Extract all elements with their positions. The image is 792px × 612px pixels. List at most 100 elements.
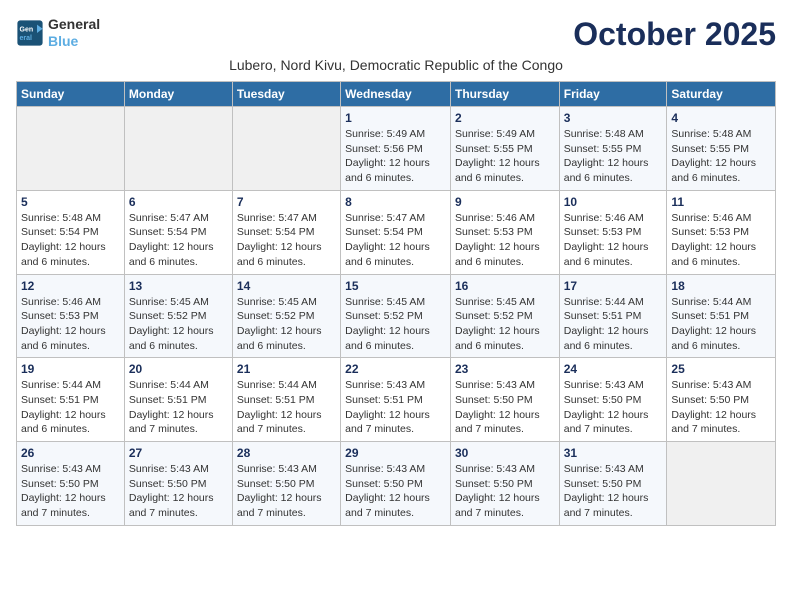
svg-text:Gen: Gen: [20, 26, 34, 33]
calendar-cell: 6 Sunrise: 5:47 AM Sunset: 5:54 PM Daylig…: [124, 190, 232, 274]
day-info: Sunrise: 5:43 AM Sunset: 5:50 PM Dayligh…: [564, 462, 663, 521]
day-number: 30: [455, 446, 555, 460]
day-number: 17: [564, 279, 663, 293]
day-number: 21: [237, 362, 336, 376]
calendar-cell: 16 Sunrise: 5:45 AM Sunset: 5:52 PM Dayli…: [450, 274, 559, 358]
day-header-monday: Monday: [124, 82, 232, 107]
day-number: 13: [129, 279, 228, 293]
logo: Gen eral General Blue: [16, 16, 100, 50]
day-number: 10: [564, 195, 663, 209]
calendar-cell: 13Sunrise: 5:45 AM Sunset: 5:52 PM Dayli…: [124, 274, 232, 358]
day-info: Sunrise: 5:43 AM Sunset: 5:51 PM Dayligh…: [345, 378, 446, 437]
day-number: 9: [455, 195, 555, 209]
day-number: 19: [21, 362, 120, 376]
day-number: 23: [455, 362, 555, 376]
calendar-cell: 24 Sunrise: 5:43 AM Sunset: 5:50 PM Dayli…: [559, 358, 667, 442]
calendar-cell: 21 Sunrise: 5:44 AM Sunset: 5:51 PM Dayli…: [232, 358, 340, 442]
day-header-tuesday: Tuesday: [232, 82, 340, 107]
calendar-cell: 10 Sunrise: 5:46 AM Sunset: 5:53 PM Dayli…: [559, 190, 667, 274]
calendar-cell: 22 Sunrise: 5:43 AM Sunset: 5:51 PM Dayli…: [341, 358, 451, 442]
day-info: Sunrise: 5:44 AM Sunset: 5:51 PM Dayligh…: [564, 295, 663, 354]
calendar-cell: 7 Sunrise: 5:47 AM Sunset: 5:54 PM Daylig…: [232, 190, 340, 274]
day-number: 27: [129, 446, 228, 460]
day-number: 24: [564, 362, 663, 376]
calendar-cell: 31 Sunrise: 5:43 AM Sunset: 5:50 PM Dayli…: [559, 442, 667, 526]
day-info: Sunrise: 5:44 AM Sunset: 5:51 PM Dayligh…: [129, 378, 228, 437]
day-info: Sunrise: 5:46 AM Sunset: 5:53 PM Dayligh…: [671, 211, 771, 270]
day-header-thursday: Thursday: [450, 82, 559, 107]
calendar-cell: 18 Sunrise: 5:44 AM Sunset: 5:51 PM Dayli…: [667, 274, 776, 358]
calendar-cell: 20Sunrise: 5:44 AM Sunset: 5:51 PM Dayli…: [124, 358, 232, 442]
day-info: Sunrise: 5:46 AM Sunset: 5:53 PM Dayligh…: [455, 211, 555, 270]
calendar-cell: 29Sunrise: 5:43 AM Sunset: 5:50 PM Dayli…: [341, 442, 451, 526]
day-info: Sunrise: 5:43 AM Sunset: 5:50 PM Dayligh…: [129, 462, 228, 521]
day-number: 6: [129, 195, 228, 209]
calendar-cell: 9 Sunrise: 5:46 AM Sunset: 5:53 PM Daylig…: [450, 190, 559, 274]
day-info: Sunrise: 5:43 AM Sunset: 5:50 PM Dayligh…: [455, 462, 555, 521]
day-info: Sunrise: 5:47 AM Sunset: 5:54 PM Dayligh…: [129, 211, 228, 270]
day-number: 31: [564, 446, 663, 460]
calendar-cell: 28 Sunrise: 5:43 AM Sunset: 5:50 PM Dayli…: [232, 442, 340, 526]
day-number: 26: [21, 446, 120, 460]
calendar-cell: 2 Sunrise: 5:49 AM Sunset: 5:55 PM Daylig…: [450, 107, 559, 191]
day-info: Sunrise: 5:45 AM Sunset: 5:52 PM Dayligh…: [345, 295, 446, 354]
day-info: Sunrise: 5:43 AM Sunset: 5:50 PM Dayligh…: [564, 378, 663, 437]
day-number: 1: [345, 111, 446, 125]
day-info: Sunrise: 5:43 AM Sunset: 5:50 PM Dayligh…: [21, 462, 120, 521]
calendar-cell: [124, 107, 232, 191]
day-info: Sunrise: 5:48 AM Sunset: 5:54 PM Dayligh…: [21, 211, 120, 270]
day-number: 15: [345, 279, 446, 293]
day-header-sunday: Sunday: [17, 82, 125, 107]
calendar-cell: [17, 107, 125, 191]
day-header-friday: Friday: [559, 82, 667, 107]
day-number: 18: [671, 279, 771, 293]
day-number: 14: [237, 279, 336, 293]
day-info: Sunrise: 5:43 AM Sunset: 5:50 PM Dayligh…: [345, 462, 446, 521]
month-title: October 2025: [573, 16, 776, 53]
day-info: Sunrise: 5:48 AM Sunset: 5:55 PM Dayligh…: [564, 127, 663, 186]
day-info: Sunrise: 5:49 AM Sunset: 5:56 PM Dayligh…: [345, 127, 446, 186]
day-number: 3: [564, 111, 663, 125]
day-info: Sunrise: 5:46 AM Sunset: 5:53 PM Dayligh…: [564, 211, 663, 270]
calendar-cell: 3 Sunrise: 5:48 AM Sunset: 5:55 PM Daylig…: [559, 107, 667, 191]
day-info: Sunrise: 5:44 AM Sunset: 5:51 PM Dayligh…: [671, 295, 771, 354]
calendar-cell: 8Sunrise: 5:47 AM Sunset: 5:54 PM Daylig…: [341, 190, 451, 274]
day-number: 7: [237, 195, 336, 209]
calendar-cell: [232, 107, 340, 191]
calendar-cell: 4Sunrise: 5:48 AM Sunset: 5:55 PM Daylig…: [667, 107, 776, 191]
calendar-cell: 1 Sunrise: 5:49 AM Sunset: 5:56 PM Daylig…: [341, 107, 451, 191]
calendar-cell: 15 Sunrise: 5:45 AM Sunset: 5:52 PM Dayli…: [341, 274, 451, 358]
day-info: Sunrise: 5:43 AM Sunset: 5:50 PM Dayligh…: [237, 462, 336, 521]
day-info: Sunrise: 5:43 AM Sunset: 5:50 PM Dayligh…: [671, 378, 771, 437]
day-info: Sunrise: 5:48 AM Sunset: 5:55 PM Dayligh…: [671, 127, 771, 186]
day-info: Sunrise: 5:44 AM Sunset: 5:51 PM Dayligh…: [21, 378, 120, 437]
calendar-cell: 26 Sunrise: 5:43 AM Sunset: 5:50 PM Dayli…: [17, 442, 125, 526]
day-header-wednesday: Wednesday: [341, 82, 451, 107]
day-info: Sunrise: 5:44 AM Sunset: 5:51 PM Dayligh…: [237, 378, 336, 437]
calendar-cell: 17 Sunrise: 5:44 AM Sunset: 5:51 PM Dayli…: [559, 274, 667, 358]
calendar-table: SundayMondayTuesdayWednesdayThursdayFrid…: [16, 81, 776, 526]
day-number: 25: [671, 362, 771, 376]
calendar-cell: 27 Sunrise: 5:43 AM Sunset: 5:50 PM Dayli…: [124, 442, 232, 526]
day-number: 22: [345, 362, 446, 376]
calendar-cell: 12 Sunrise: 5:46 AM Sunset: 5:53 PM Dayli…: [17, 274, 125, 358]
day-info: Sunrise: 5:46 AM Sunset: 5:53 PM Dayligh…: [21, 295, 120, 354]
day-number: 12: [21, 279, 120, 293]
day-info: Sunrise: 5:43 AM Sunset: 5:50 PM Dayligh…: [455, 378, 555, 437]
day-info: Sunrise: 5:47 AM Sunset: 5:54 PM Dayligh…: [345, 211, 446, 270]
calendar-cell: 23 Sunrise: 5:43 AM Sunset: 5:50 PM Dayli…: [450, 358, 559, 442]
calendar-cell: 5Sunrise: 5:48 AM Sunset: 5:54 PM Daylig…: [17, 190, 125, 274]
day-info: Sunrise: 5:49 AM Sunset: 5:55 PM Dayligh…: [455, 127, 555, 186]
logo-text: General Blue: [48, 16, 100, 50]
calendar-cell: 14 Sunrise: 5:45 AM Sunset: 5:52 PM Dayli…: [232, 274, 340, 358]
day-info: Sunrise: 5:47 AM Sunset: 5:54 PM Dayligh…: [237, 211, 336, 270]
day-info: Sunrise: 5:45 AM Sunset: 5:52 PM Dayligh…: [237, 295, 336, 354]
day-number: 11: [671, 195, 771, 209]
calendar-cell: 11 Sunrise: 5:46 AM Sunset: 5:53 PM Dayli…: [667, 190, 776, 274]
day-number: 16: [455, 279, 555, 293]
calendar-cell: [667, 442, 776, 526]
day-number: 28: [237, 446, 336, 460]
day-info: Sunrise: 5:45 AM Sunset: 5:52 PM Dayligh…: [455, 295, 555, 354]
calendar-cell: 30 Sunrise: 5:43 AM Sunset: 5:50 PM Dayli…: [450, 442, 559, 526]
day-number: 2: [455, 111, 555, 125]
